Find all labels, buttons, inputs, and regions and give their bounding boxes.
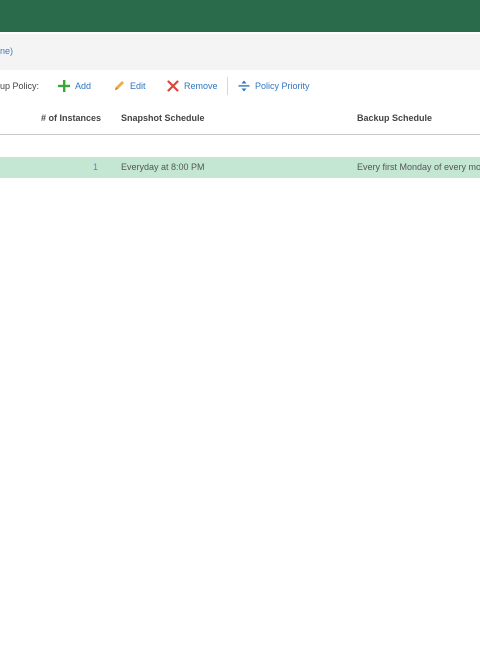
policy-toolbar: up Policy: Add Edit Remove Policy Priori… <box>0 70 480 102</box>
x-icon <box>167 80 179 92</box>
edit-label: Edit <box>130 81 146 91</box>
plus-icon <box>58 80 70 92</box>
backup-schedule-cell: Every first Monday of every mon <box>357 162 480 172</box>
table-row[interactable]: 1 Everyday at 8:00 PM Every first Monday… <box>0 157 480 178</box>
edit-button[interactable]: Edit <box>113 70 146 102</box>
app-header-bar <box>0 0 480 32</box>
breadcrumb-link[interactable]: ne) <box>0 46 13 56</box>
add-label: Add <box>75 81 92 91</box>
column-header-instances[interactable]: # of Instances <box>41 113 101 123</box>
remove-label: Remove <box>184 81 218 91</box>
pencil-icon <box>115 81 124 90</box>
priority-arrows-icon <box>238 80 250 92</box>
breadcrumb-bar: ne) <box>0 34 480 70</box>
policy-priority-button[interactable]: Policy Priority <box>238 70 310 102</box>
header-divider <box>0 134 480 135</box>
add-button[interactable]: Add <box>58 70 91 102</box>
instances-cell: 1 <box>93 162 99 172</box>
remove-button[interactable]: Remove <box>167 70 218 102</box>
toolbar-label: up Policy: <box>0 81 40 91</box>
toolbar-separator <box>227 77 228 95</box>
policy-priority-label: Policy Priority <box>255 81 310 91</box>
snapshot-schedule-cell: Everyday at 8:00 PM <box>121 162 205 172</box>
column-header-snapshot-schedule[interactable]: Snapshot Schedule <box>121 113 205 123</box>
column-header-backup-schedule[interactable]: Backup Schedule <box>357 113 432 123</box>
